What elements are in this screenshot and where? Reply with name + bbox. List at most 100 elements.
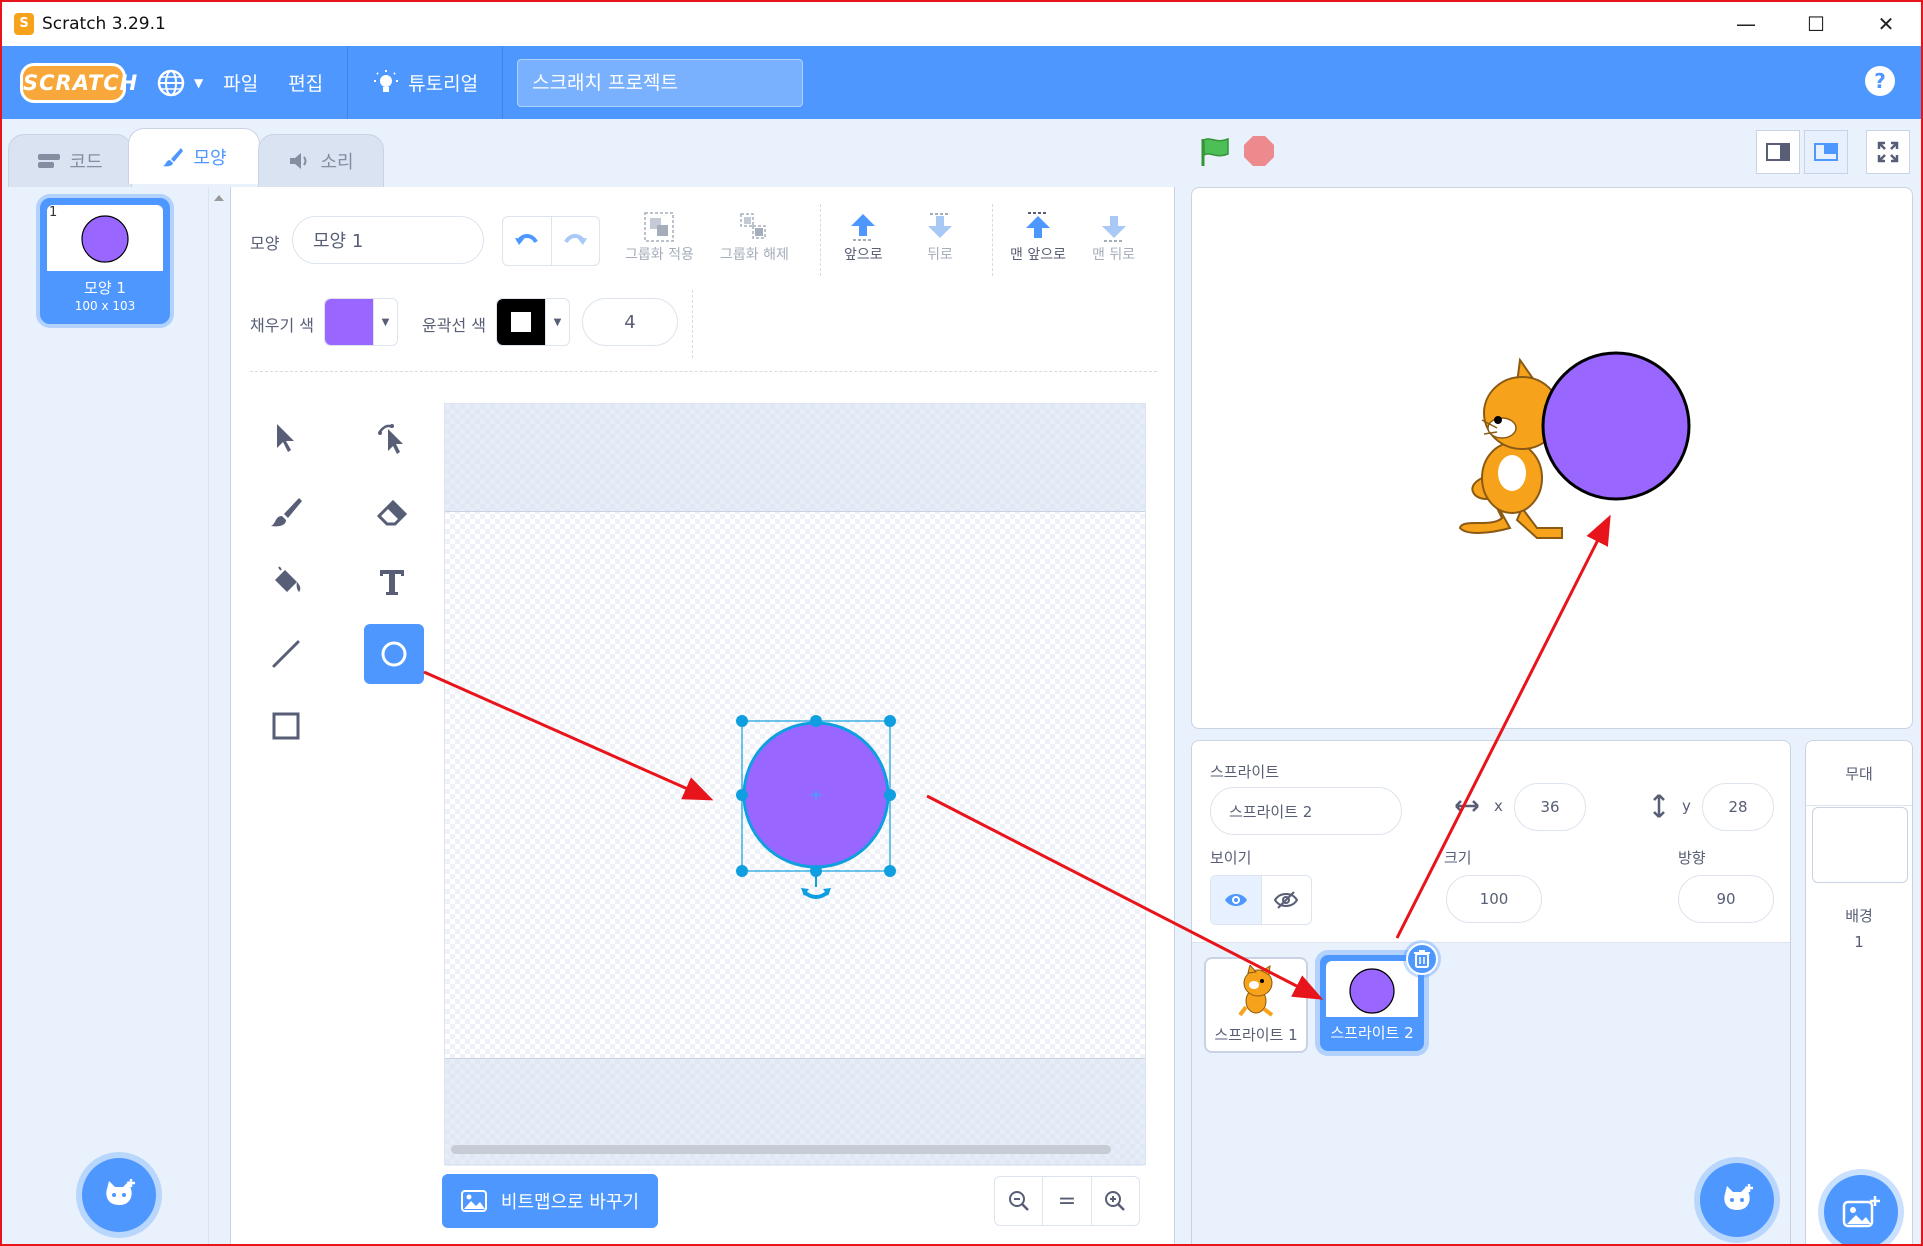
zoom-reset-button[interactable]: = (1042, 1177, 1090, 1225)
help-icon[interactable]: ? (1865, 66, 1895, 96)
rectangle-icon (272, 712, 300, 740)
circle-icon (381, 641, 407, 667)
file-menu[interactable]: 파일 (223, 69, 258, 96)
paint-bucket-icon (275, 566, 301, 592)
choose-costume-button[interactable] (82, 1158, 156, 1232)
scratch-logo[interactable]: SCRATCH (20, 62, 137, 103)
hide-sprite-button[interactable] (1262, 876, 1312, 924)
sprite-list: 스프라이트 1 스프라이트 2 (1192, 943, 1790, 1244)
text-t-icon (380, 570, 404, 595)
maximize-button[interactable]: ☐ (1781, 2, 1851, 46)
minimize-button[interactable]: — (1711, 2, 1781, 46)
delete-sprite-button[interactable] (1406, 943, 1438, 975)
sprite-name-input[interactable]: 스프라이트 2 (1210, 787, 1402, 835)
stage-render (1458, 351, 1691, 539)
outline-width-input[interactable]: 4 (582, 298, 678, 346)
stop-icon[interactable] (1244, 136, 1274, 166)
rectangle-tool[interactable] (256, 696, 316, 756)
zoom-controls: = (994, 1176, 1140, 1226)
normal-stage-button[interactable] (1804, 130, 1848, 174)
line-tool[interactable] (256, 624, 316, 684)
ungroup-label: 그룹화 해제 (720, 247, 789, 263)
tab-costumes[interactable]: 모양 (128, 128, 260, 184)
y-position-input[interactable]: 28 (1702, 783, 1774, 831)
tab-code-label: 코드 (69, 152, 103, 173)
tab-sounds[interactable]: 소리 (258, 134, 384, 188)
show-sprite-button[interactable] (1211, 876, 1262, 924)
paint-canvas[interactable] (444, 403, 1146, 1166)
tab-sounds-label: 소리 (320, 152, 354, 173)
line-icon (272, 640, 300, 668)
ungroup-button[interactable]: 그룹화 해제 (720, 210, 789, 264)
costume-size: 100 x 103 (74, 299, 136, 313)
costume-item[interactable]: 1 모양 1 100 x 103 (40, 198, 170, 324)
y-label: y (1682, 797, 1691, 815)
title-bar: S Scratch 3.29.1 — ☐ ✕ (2, 2, 1921, 46)
convert-to-bitmap-button[interactable]: 비트맵으로 바꾸기 (442, 1174, 658, 1228)
caret-down-icon: ▼ (373, 299, 397, 345)
language-menu[interactable]: ▼ (156, 68, 203, 98)
eye-slash-icon (1274, 891, 1299, 909)
direction-input[interactable]: 90 (1678, 875, 1774, 923)
direction-label: 방향 (1678, 849, 1706, 867)
undo-button[interactable] (503, 217, 552, 265)
costume-number: 1 (49, 205, 58, 220)
backward-button[interactable]: 뒤로 (924, 210, 956, 264)
zoom-in-button[interactable] (1090, 1177, 1139, 1225)
close-button[interactable]: ✕ (1851, 2, 1921, 46)
select-tool[interactable] (256, 408, 316, 468)
small-stage-button[interactable] (1756, 130, 1800, 174)
green-flag-icon[interactable] (1198, 136, 1232, 168)
cat-thumbnail (1238, 965, 1274, 1017)
brush-icon (271, 498, 302, 527)
back-label: 맨 뒤로 (1092, 247, 1136, 263)
circle-sprite[interactable] (1541, 351, 1691, 501)
convert-to-bitmap-label: 비트맵으로 바꾸기 (500, 1192, 640, 1213)
circle-tool[interactable] (364, 624, 424, 684)
sprite-pane: 스프라이트 스프라이트 2 x 36 y 28 보이기 크기 100 방향 90 (1191, 740, 1791, 1244)
group-button[interactable]: 그룹화 적용 (625, 210, 694, 264)
choose-backdrop-button[interactable] (1824, 1175, 1898, 1244)
x-position-input[interactable]: 36 (1514, 783, 1586, 831)
canvas-horizontal-scrollbar[interactable] (451, 1145, 1111, 1154)
stage-thumbnail[interactable] (1812, 807, 1908, 883)
costume-name-input[interactable]: 모양 1 (292, 216, 484, 264)
reshape-tool[interactable] (362, 408, 422, 468)
fill-color-label: 채우기 색 (250, 316, 314, 335)
eraser-tool[interactable] (362, 482, 422, 542)
tutorials-menu[interactable]: 튜토리얼 (372, 69, 478, 97)
edit-menu[interactable]: 편집 (288, 69, 323, 96)
redo-button[interactable] (552, 217, 600, 265)
scratch-app-icon: S (14, 13, 34, 35)
menu-bar: SCRATCH ▼ 파일 편집 튜토리얼 스크래치 프로젝트 ? (2, 46, 1921, 119)
text-tool[interactable] (362, 552, 422, 612)
outline-color-picker[interactable]: ▼ (496, 298, 570, 346)
sprite-tile-selected[interactable]: 스프라이트 2 (1320, 943, 1438, 1051)
sprite-label: 스프라이트 (1210, 763, 1280, 781)
stage-target-pane[interactable]: 무대 배경 1 (1805, 740, 1913, 1244)
front-button[interactable]: 맨 앞으로 (1010, 210, 1066, 264)
costume-name: 모양 1 (84, 279, 126, 297)
sprite-tile[interactable]: 스프라이트 1 (1204, 957, 1308, 1053)
costume-list-scrollbar[interactable] (208, 187, 228, 1244)
zoom-out-icon (1008, 1191, 1029, 1211)
choose-sprite-button[interactable] (1700, 1163, 1774, 1237)
stage-pane-divider (1806, 805, 1912, 806)
brush-tool[interactable] (256, 482, 316, 542)
arrow-up-icon (851, 214, 876, 241)
forward-button[interactable]: 앞으로 (844, 210, 883, 264)
tab-code[interactable]: 코드 (8, 134, 132, 188)
zoom-out-button[interactable] (995, 1177, 1042, 1225)
backward-label: 뒤로 (927, 247, 953, 263)
fill-color-picker[interactable]: ▼ (324, 298, 398, 346)
canvas-drawing (736, 715, 896, 899)
project-title-input[interactable]: 스크래치 프로젝트 (517, 58, 804, 107)
size-input[interactable]: 100 (1446, 875, 1542, 923)
fullscreen-button[interactable] (1866, 130, 1910, 174)
fill-tool[interactable] (256, 552, 316, 612)
menu-divider (502, 46, 504, 119)
back-button[interactable]: 맨 뒤로 (1092, 210, 1135, 264)
trash-icon (1414, 950, 1430, 968)
code-blocks-icon (38, 154, 61, 168)
stage[interactable] (1191, 187, 1913, 729)
